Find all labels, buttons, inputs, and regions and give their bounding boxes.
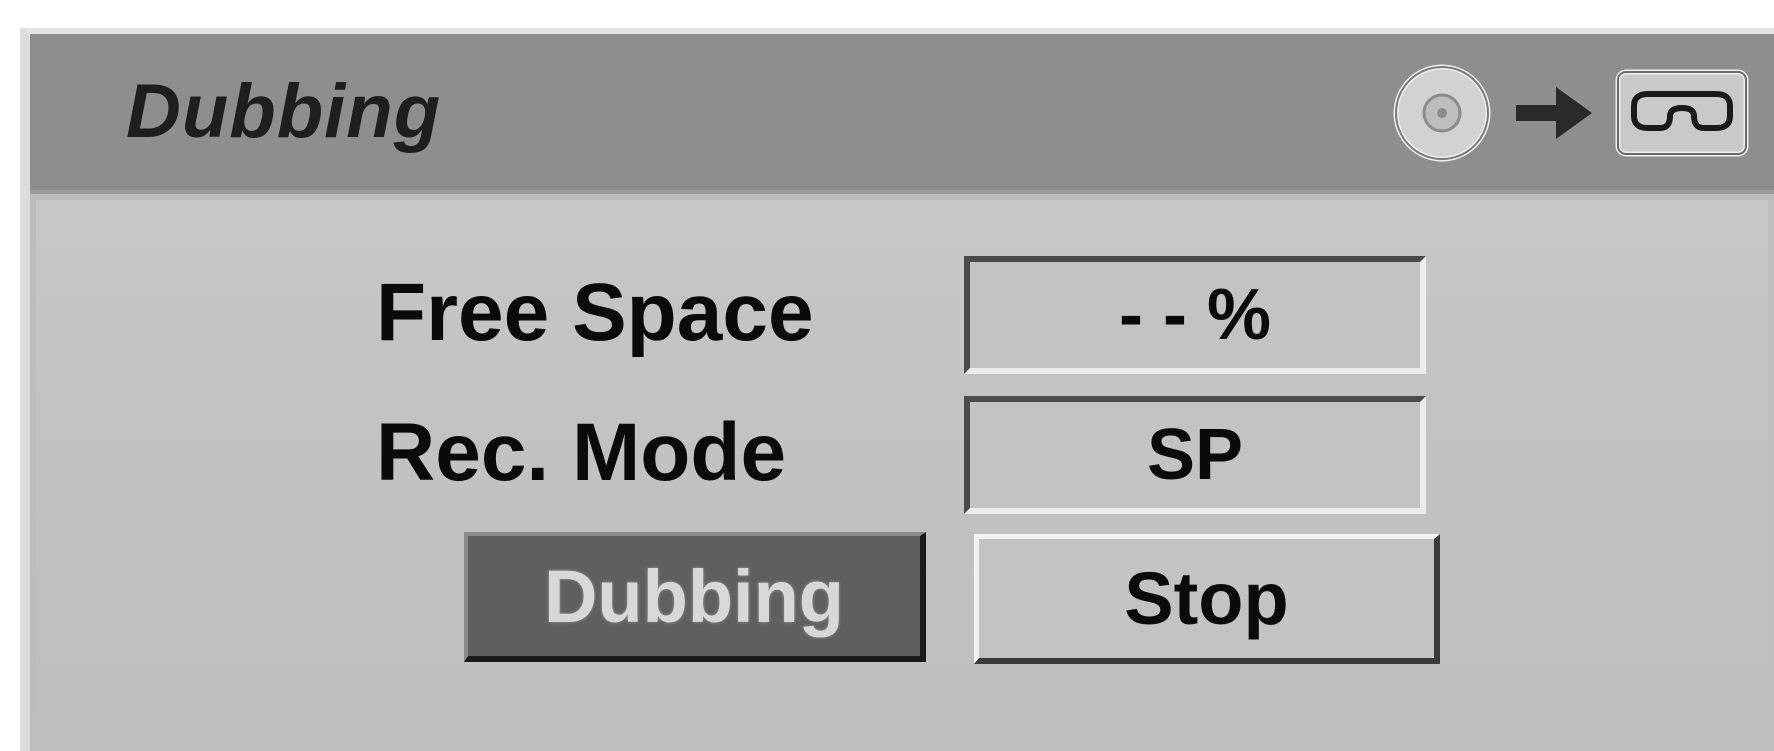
- dubbing-button[interactable]: Dubbing: [464, 532, 926, 662]
- vhs-tape-icon: [1615, 69, 1749, 157]
- arrow-right-icon: [1516, 87, 1592, 139]
- dubbing-dialog: Dubbing Free Space - - % Rec. Mode SP Du…: [20, 28, 1774, 751]
- stop-button[interactable]: Stop: [974, 534, 1440, 664]
- free-space-label: Free Space: [376, 267, 814, 358]
- dialog-titlebar: Dubbing: [30, 34, 1774, 194]
- rec-mode-selector[interactable]: SP: [964, 396, 1426, 514]
- screen: Dubbing Free Space - - % Rec. Mode SP Du…: [0, 0, 1774, 751]
- rec-mode-label: Rec. Mode: [376, 407, 787, 498]
- free-space-value: - - %: [964, 256, 1426, 374]
- disc-icon: [1393, 64, 1491, 162]
- dialog-body: Free Space - - % Rec. Mode SP Dubbing St…: [36, 200, 1768, 751]
- dubbing-direction-indicator: [1390, 58, 1750, 168]
- dialog-title: Dubbing: [126, 69, 442, 154]
